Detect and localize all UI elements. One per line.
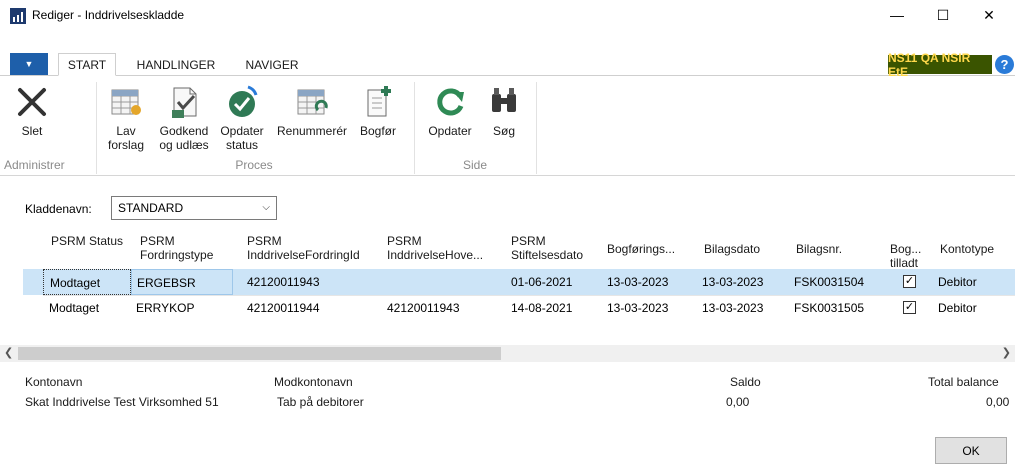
tab-start[interactable]: START bbox=[58, 53, 116, 76]
delete-x-icon bbox=[18, 88, 46, 116]
journal-lines-grid: PSRM Status PSRM Fordringstype PSRM Indd… bbox=[23, 228, 1015, 363]
ok-button[interactable]: OK bbox=[935, 437, 1007, 464]
approve-export-label: Godkend og udlæs bbox=[159, 124, 209, 152]
delete-button-label: Slet bbox=[21, 124, 43, 138]
approve-export-icon bbox=[172, 87, 197, 118]
account-name-label: Kontonavn bbox=[25, 375, 83, 389]
cell-psrm-status[interactable]: Modtaget bbox=[49, 301, 99, 315]
delete-button[interactable]: Slet bbox=[10, 84, 54, 138]
total-balance-label: Total balance bbox=[928, 375, 999, 389]
cell-bogforingsdato[interactable]: 13-03-2023 bbox=[607, 301, 668, 315]
cell-bilagsdato[interactable]: 13-03-2023 bbox=[702, 275, 763, 289]
bogforing-tilladt-checkbox[interactable]: ✓ bbox=[903, 301, 916, 314]
suggest-lines-icon bbox=[111, 89, 141, 115]
scroll-left-icon[interactable]: ❮ bbox=[4, 346, 13, 359]
update-status-icon bbox=[229, 85, 258, 117]
total-balance-value: 0,00 bbox=[986, 395, 1010, 409]
cell-kontotype[interactable]: Debitor bbox=[938, 301, 977, 315]
column-header-psrm-stiftelsesdato[interactable]: PSRM Stiftelsesdato bbox=[511, 234, 591, 262]
renumber-label: Renummerér bbox=[276, 124, 348, 138]
refresh-label: Opdater bbox=[428, 124, 472, 138]
refresh-icon bbox=[437, 88, 464, 116]
bogforing-tilladt-checkbox[interactable]: ✓ bbox=[903, 275, 916, 288]
cell-bilagsdato[interactable]: 13-03-2023 bbox=[702, 301, 763, 315]
tab-handlinger[interactable]: HANDLINGER bbox=[124, 53, 228, 76]
batch-name-select[interactable]: STANDARD ⌵ bbox=[111, 196, 277, 220]
group-label-proces: Proces bbox=[235, 158, 273, 172]
renumber-icon bbox=[297, 89, 328, 115]
post-icon bbox=[367, 86, 391, 117]
cell-bogforingsdato[interactable]: 13-03-2023 bbox=[607, 275, 668, 289]
cell-psrm-stiftelsesdato[interactable]: 01-06-2021 bbox=[511, 275, 572, 289]
close-button[interactable]: ✕ bbox=[966, 0, 1012, 30]
batch-name-label: Kladdenavn: bbox=[25, 202, 92, 216]
balancing-account-name-value: Tab på debitorer bbox=[277, 395, 364, 409]
post-label: Bogfør bbox=[359, 124, 396, 138]
update-status-label: Opdater status bbox=[220, 124, 264, 152]
suggest-lines-button[interactable]: Lav forslag bbox=[100, 84, 152, 152]
cell-psrm-fordringid[interactable]: 42120011943 bbox=[247, 275, 320, 289]
saldo-value: 0,00 bbox=[726, 395, 750, 409]
column-header-bogforingsdato[interactable]: Bogførings... bbox=[607, 242, 675, 256]
cell-psrm-status[interactable]: Modtaget bbox=[43, 269, 131, 295]
suggest-lines-label: Lav forslag bbox=[107, 124, 145, 152]
account-name-value: Skat Inddrivelse Test Virksomhed 51 bbox=[25, 395, 219, 409]
column-header-bogforing-tilladt[interactable]: Bog... tilladt bbox=[890, 242, 928, 270]
renumber-button[interactable]: Renummerér bbox=[276, 84, 348, 138]
column-header-bilagsdato[interactable]: Bilagsdato bbox=[704, 242, 760, 256]
group-label-administrer: Administrer bbox=[4, 158, 65, 172]
column-header-psrm-fordringid[interactable]: PSRM InddrivelseFordringId bbox=[247, 234, 365, 262]
cell-psrm-hovedfordring[interactable]: 42120011943 bbox=[387, 301, 460, 315]
cell-kontotype[interactable]: Debitor bbox=[938, 275, 977, 289]
update-status-button[interactable]: Opdater status bbox=[216, 84, 268, 152]
column-header-kontotype[interactable]: Kontotype bbox=[940, 242, 994, 256]
company-badge[interactable]: NS11 QA NSIR EtE bbox=[888, 51, 992, 79]
column-header-psrm-hovedfordring[interactable]: PSRM InddrivelseHove... bbox=[387, 234, 507, 262]
approve-export-button[interactable]: Godkend og udlæs bbox=[154, 84, 214, 152]
column-header-bilagsnr[interactable]: Bilagsnr. bbox=[796, 242, 842, 256]
saldo-label: Saldo bbox=[730, 375, 761, 389]
balancing-account-name-label: Modkontonavn bbox=[274, 375, 353, 389]
scroll-right-icon[interactable]: ❯ bbox=[1002, 346, 1011, 359]
cell-psrm-stiftelsesdato[interactable]: 14-08-2021 bbox=[511, 301, 572, 315]
chevron-down-icon: ⌵ bbox=[262, 202, 270, 213]
post-button[interactable]: Bogfør bbox=[352, 84, 404, 138]
minimize-button[interactable]: — bbox=[874, 0, 920, 30]
cell-psrm-fordringstype[interactable]: ERGEBSR bbox=[131, 269, 233, 295]
cell-bilagsnr[interactable]: FSK0031505 bbox=[794, 301, 864, 315]
horizontal-scrollbar[interactable]: ❮ ❯ bbox=[0, 345, 1015, 362]
column-header-psrm-fordringstype[interactable]: PSRM Fordringstype bbox=[140, 234, 230, 262]
cell-psrm-fordringid[interactable]: 42120011944 bbox=[247, 301, 320, 315]
tab-naviger[interactable]: NAVIGER bbox=[236, 53, 308, 76]
scrollbar-thumb[interactable] bbox=[18, 347, 501, 360]
window-title: Rediger - Inddrivelseskladde bbox=[32, 8, 185, 22]
cell-bilagsnr[interactable]: FSK0031504 bbox=[794, 275, 864, 289]
app-logo-icon bbox=[10, 8, 26, 24]
table-row[interactable]: Modtaget ERGEBSR 42120011943 01-06-2021 … bbox=[23, 269, 1015, 295]
group-separator bbox=[536, 82, 537, 174]
maximize-button[interactable]: ☐ bbox=[920, 0, 966, 30]
batch-name-value: STANDARD bbox=[118, 201, 184, 215]
column-header-psrm-status[interactable]: PSRM Status bbox=[51, 234, 123, 248]
table-row[interactable]: Modtaget ERRYKOP 42120011944 42120011943… bbox=[23, 295, 1015, 321]
title-bar: Rediger - Inddrivelseskladde — ☐ ✕ bbox=[0, 0, 1015, 30]
help-icon[interactable]: ? bbox=[995, 55, 1014, 74]
app-menu-button[interactable]: ▼ bbox=[10, 53, 48, 75]
group-label-side: Side bbox=[462, 158, 488, 172]
refresh-button[interactable]: Opdater bbox=[422, 84, 478, 138]
search-button[interactable]: Søg bbox=[482, 84, 526, 138]
binoculars-icon bbox=[492, 88, 516, 112]
search-label: Søg bbox=[492, 124, 515, 138]
cell-psrm-fordringstype[interactable]: ERRYKOP bbox=[136, 301, 194, 315]
